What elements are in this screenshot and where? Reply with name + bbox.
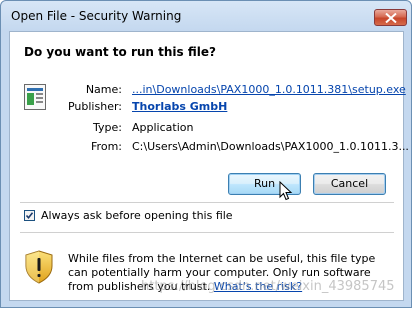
watermark: https://blog.csdn.net/weixin_43985745 [141, 279, 395, 294]
security-warning-dialog: Open File - Security Warning Do you want… [0, 0, 412, 308]
name-label: Name: [85, 83, 122, 96]
name-value-link[interactable]: ...in\Downloads\PAX1000_1.0.1011.381\set… [132, 83, 406, 96]
publisher-label: Publisher: [67, 100, 122, 113]
window-title: Open File - Security Warning [11, 9, 182, 23]
close-icon [385, 13, 397, 23]
from-label: From: [91, 140, 122, 153]
from-value: C:\Users\Admin\Downloads\PAX1000_1.0.101… [132, 140, 409, 153]
security-shield-icon [25, 250, 53, 284]
type-label: Type: [93, 121, 122, 134]
separator-bottom [20, 232, 394, 233]
close-button[interactable] [374, 9, 407, 26]
question-heading: Do you want to run this file? [24, 45, 216, 59]
separator-top [20, 202, 394, 203]
publisher-value-link[interactable]: Thorlabs GmbH [132, 100, 227, 113]
always-ask-checkbox[interactable] [24, 210, 35, 221]
type-value: Application [132, 121, 194, 134]
checkmark-icon [25, 212, 34, 220]
mouse-pointer-icon [279, 181, 293, 201]
dialog-body: Do you want to run this file? Name: ...i… [9, 31, 409, 301]
title-bar[interactable]: Open File - Security Warning [1, 1, 411, 31]
cancel-button[interactable]: Cancel [313, 173, 386, 195]
always-ask-label[interactable]: Always ask before opening this file [41, 209, 233, 222]
